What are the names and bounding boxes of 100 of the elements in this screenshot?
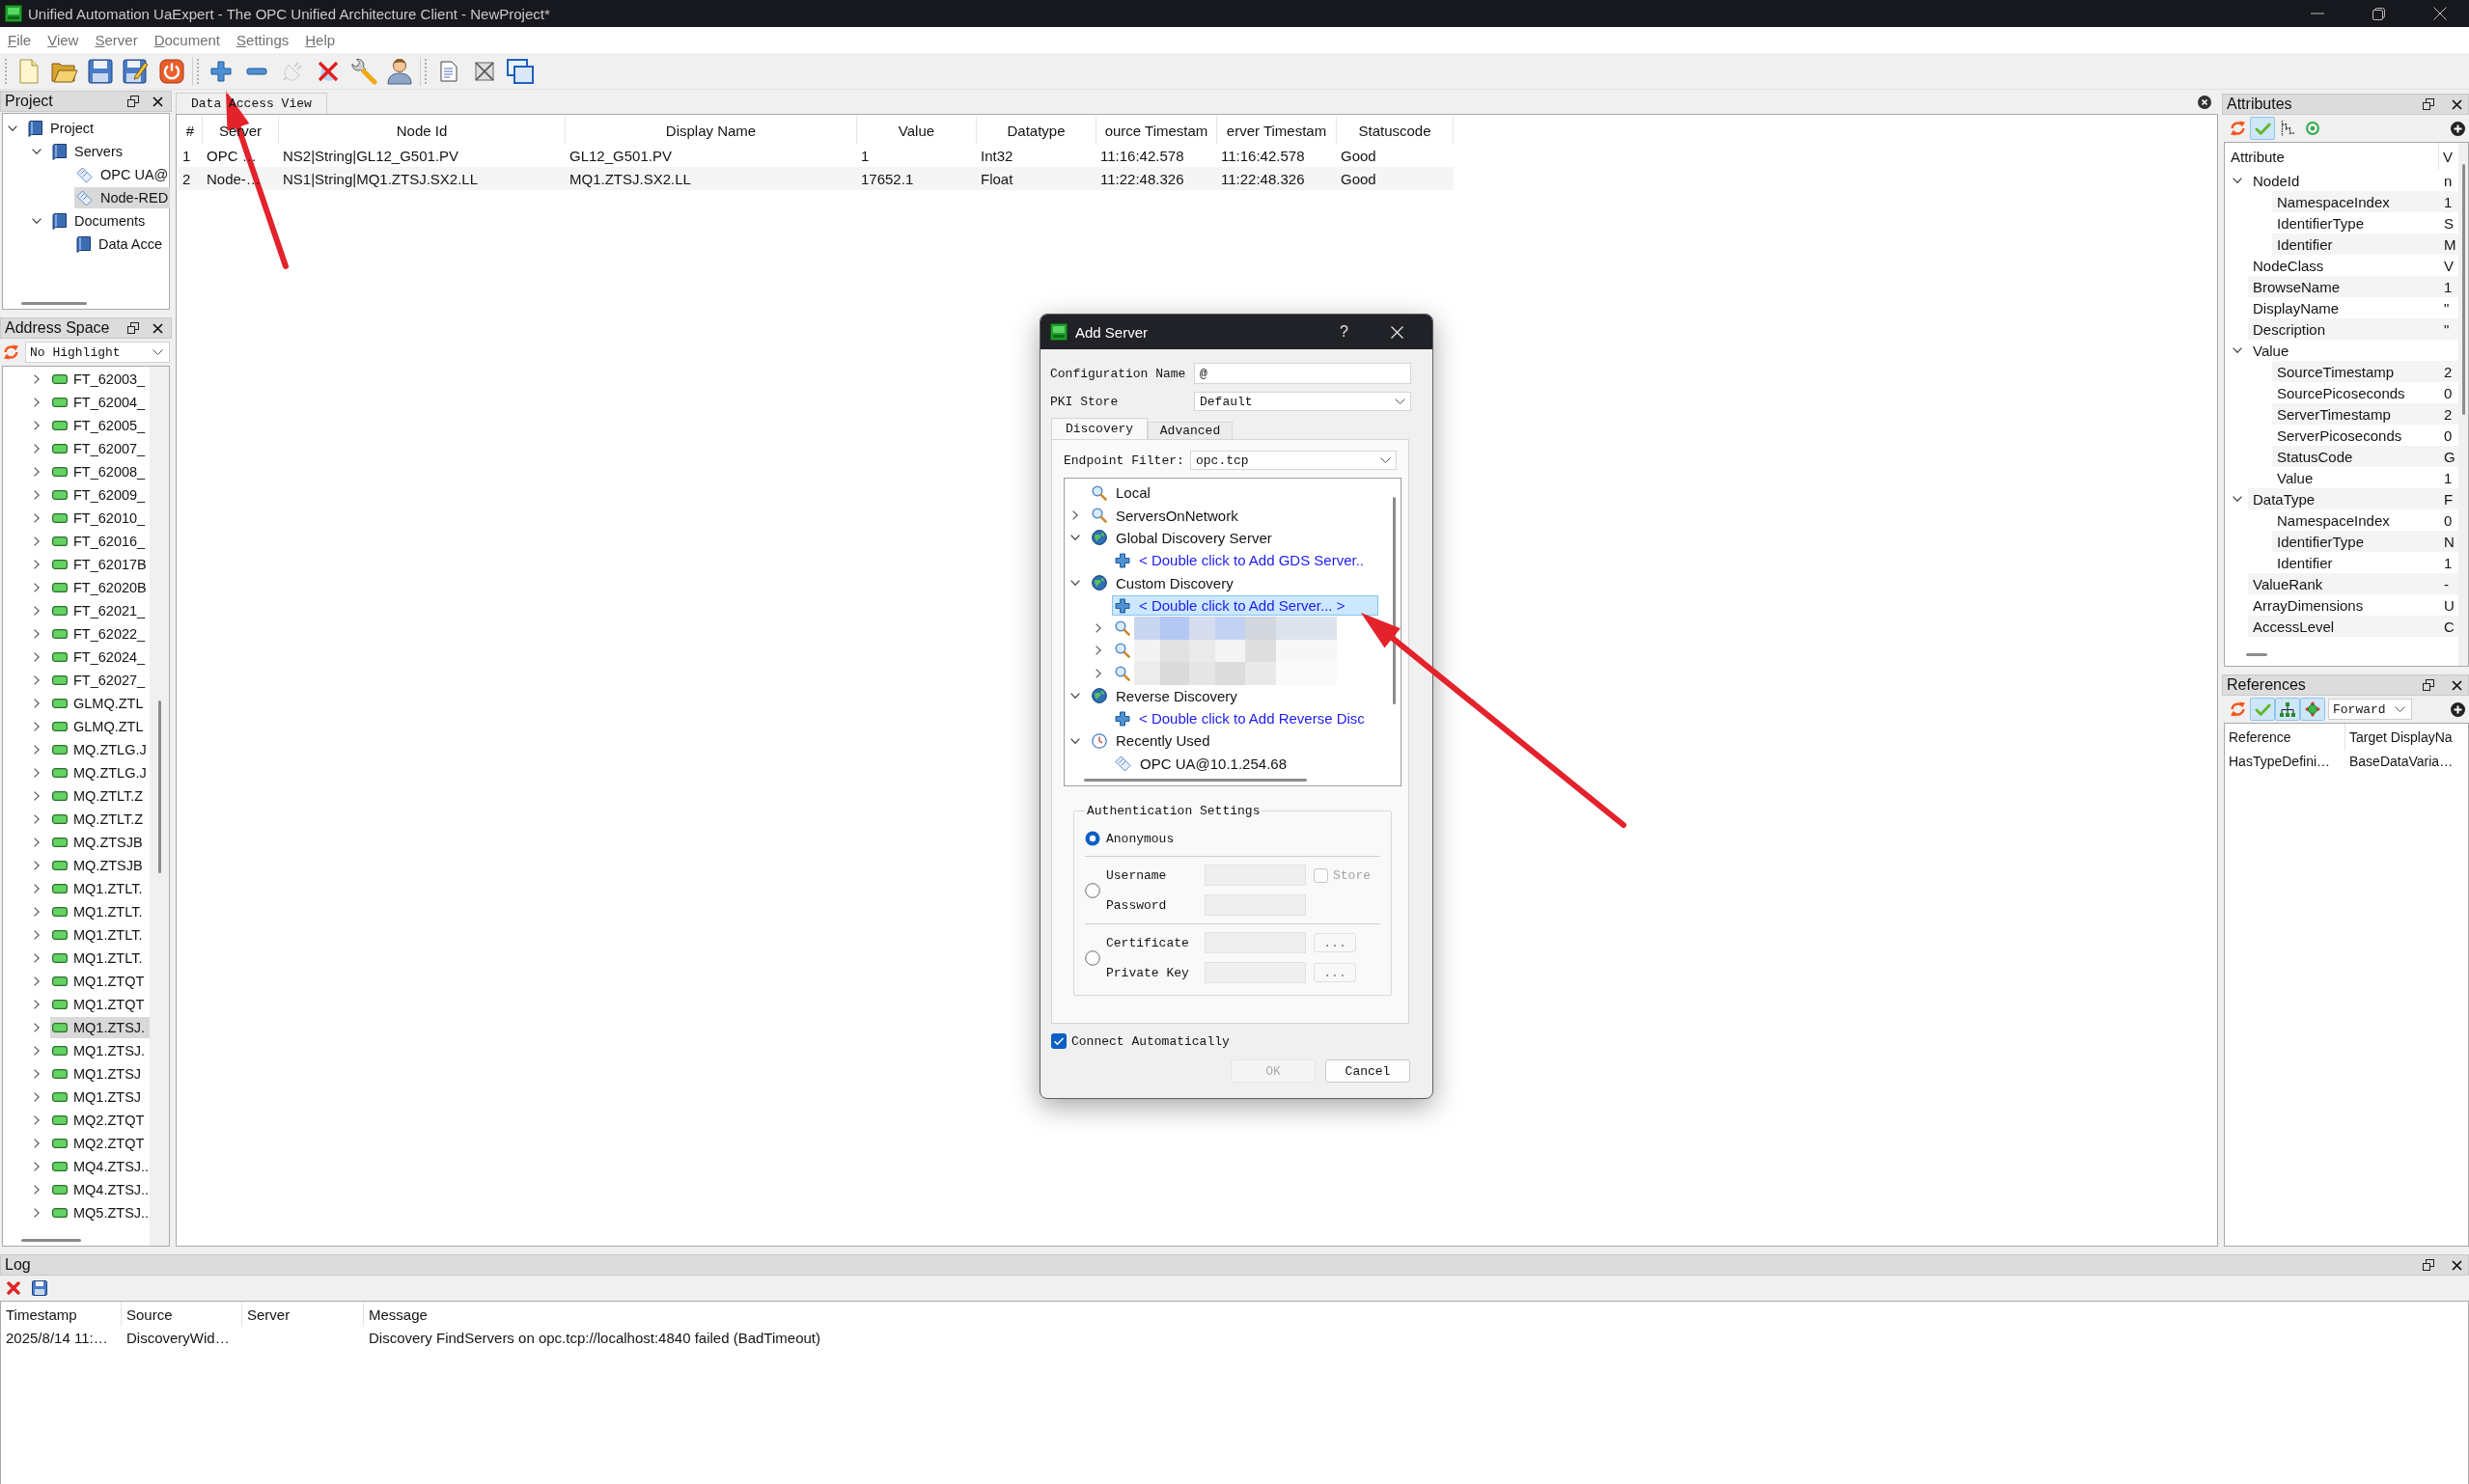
tab[interactable]: Advanced <box>1148 422 1233 439</box>
scrollbar-thumb[interactable] <box>1392 497 1396 704</box>
tree-item[interactable]: Node-RED <box>74 187 171 208</box>
tree-item[interactable]: MQ1.ZTSJ. <box>50 1040 148 1061</box>
minus-icon[interactable] <box>245 67 267 75</box>
menu-item[interactable]: File <box>8 32 32 48</box>
chevron-right-icon[interactable] <box>34 490 40 500</box>
float-icon[interactable] <box>2423 679 2434 691</box>
wrench-icon[interactable] <box>349 57 377 85</box>
tree-item[interactable]: FT_62007_ <box>50 438 148 459</box>
chevron-right-icon[interactable] <box>34 1046 40 1056</box>
chevron-right-icon[interactable] <box>34 814 40 824</box>
tree-item[interactable]: FT_62017B <box>50 554 149 575</box>
tree-item[interactable]: MQ1.ZTQT <box>50 971 147 992</box>
menu-item[interactable]: Server <box>95 32 138 48</box>
tree-item[interactable]: < Double click to Add GDS Server.. <box>1112 550 1368 571</box>
tree-item[interactable]: FT_62024_ <box>50 646 148 668</box>
attribute-name[interactable]: DisplayName <box>2248 299 2340 316</box>
restore-icon[interactable] <box>2372 7 2385 20</box>
chevron-right-icon[interactable] <box>34 629 40 639</box>
tree-item[interactable]: Recently Used <box>1089 730 1213 752</box>
float-icon[interactable] <box>127 322 139 334</box>
column-header[interactable]: Timestamp <box>1 1302 122 1327</box>
tree-item[interactable]: MQ.ZTLT.Z <box>50 785 146 807</box>
tree-item[interactable]: FT_62021_ <box>50 600 148 621</box>
float-icon[interactable] <box>127 96 139 107</box>
scrollbar-thumb[interactable] <box>21 1238 81 1242</box>
chevron-right-icon[interactable] <box>34 861 40 870</box>
close-icon[interactable] <box>2452 1259 2462 1271</box>
chevron-down-icon[interactable] <box>1070 580 1080 587</box>
chevron-right-icon[interactable] <box>34 1185 40 1195</box>
chevron-right-icon[interactable] <box>34 1115 40 1125</box>
tree-item[interactable]: Data Acce <box>74 234 165 255</box>
attribute-name[interactable]: Value <box>2272 469 2314 486</box>
radio-button[interactable] <box>1085 831 1100 846</box>
help-button[interactable]: ? <box>1340 323 1348 341</box>
tree-item[interactable]: OPC UA@10.1.254.68 <box>1112 753 1290 774</box>
chevron-right-icon[interactable] <box>34 606 40 616</box>
column-header[interactable]: Source <box>122 1302 242 1327</box>
tree-item[interactable]: Custom Discovery <box>1089 572 1236 593</box>
chevron-right-icon[interactable] <box>34 536 40 546</box>
tree-item[interactable]: Project <box>26 118 97 139</box>
pki-store-dropdown[interactable]: Default <box>1194 392 1411 411</box>
tree-item[interactable]: < Double click to Add Server... > <box>1112 595 1378 617</box>
chevron-down-icon[interactable] <box>1070 738 1080 744</box>
checkbox[interactable] <box>1051 1033 1067 1049</box>
cross-icon[interactable] <box>316 59 340 83</box>
tree-item[interactable]: FT_62010_ <box>50 508 148 529</box>
column-header[interactable]: Server <box>242 1302 364 1327</box>
crossed-box-icon[interactable] <box>473 60 495 82</box>
chevron-right-icon[interactable] <box>34 699 40 708</box>
chevron-right-icon[interactable] <box>34 768 40 778</box>
chevron-right-icon[interactable] <box>34 444 40 453</box>
document-icon[interactable] <box>439 60 458 82</box>
tree-item[interactable]: FT_62005_ <box>50 415 148 436</box>
column-header[interactable]: Statuscode <box>1337 117 1454 144</box>
attribute-name[interactable]: ServerTimestamp <box>2272 405 2391 423</box>
tree-item[interactable]: MQ.ZTSJB <box>50 832 145 853</box>
close-icon[interactable] <box>2433 7 2447 20</box>
chevron-right-icon[interactable] <box>34 1208 40 1218</box>
tree-item[interactable]: MQ5.ZTSJ.. <box>50 1202 152 1223</box>
tree-item[interactable]: MQ1.ZTQT <box>50 994 147 1015</box>
tree-item[interactable]: FT_62016_ <box>50 531 148 552</box>
tree-item[interactable]: OPC UA@ <box>74 164 171 185</box>
chevron-right-icon[interactable] <box>34 722 40 731</box>
chevron-right-icon[interactable] <box>34 907 40 917</box>
tree-item[interactable]: FT_62009_ <box>50 484 148 506</box>
chevron-down-icon[interactable] <box>32 149 42 154</box>
chevron-right-icon[interactable] <box>34 1069 40 1079</box>
tree-item[interactable]: FT_62022_ <box>50 623 148 645</box>
tree-item[interactable]: FT_62003_ <box>50 369 148 390</box>
attribute-name[interactable]: ServerPicoseconds <box>2272 426 2402 444</box>
tree-item[interactable]: MQ.ZTSJB <box>50 855 145 876</box>
tree-item[interactable]: MQ1.ZTLT. <box>50 948 145 969</box>
text-field[interactable]: @ <box>1194 363 1411 384</box>
attribute-name[interactable]: SourcePicoseconds <box>2272 384 2405 401</box>
scrollbar-thumb[interactable] <box>21 301 87 305</box>
attribute-name[interactable]: IdentifierType <box>2272 533 2365 550</box>
attribute-name[interactable]: Identifier <box>2272 554 2333 571</box>
chevron-right-icon[interactable] <box>34 1162 40 1171</box>
attribute-name[interactable]: IdentifierType <box>2272 214 2365 232</box>
attribute-name[interactable]: NamespaceIndex <box>2272 511 2390 529</box>
chevron-right-icon[interactable] <box>34 930 40 940</box>
close-icon[interactable] <box>2452 98 2462 110</box>
attribute-name[interactable]: NodeId <box>2248 172 2300 189</box>
menu-item[interactable]: Settings <box>236 32 290 48</box>
attribute-name[interactable]: NodeClass <box>2248 257 2324 274</box>
power-icon[interactable] <box>158 58 184 84</box>
tree-item[interactable]: MQ1.ZTSJ. <box>50 1017 150 1038</box>
column-header[interactable]: Target DisplayNa <box>2345 724 2453 751</box>
tree-item[interactable]: ServersOnNetwork <box>1089 505 1241 526</box>
column-header[interactable]: ource Timestam <box>1096 117 1217 144</box>
tree-item[interactable]: MQ1.ZTLT. <box>50 878 145 899</box>
attribute-name[interactable]: ArrayDimensions <box>2248 596 2364 614</box>
delete-icon[interactable] <box>7 1280 20 1295</box>
toolbar-button[interactable] <box>2300 698 2325 721</box>
tree-item[interactable]: FT_62008_ <box>50 461 148 482</box>
refresh-icon[interactable] <box>3 344 19 360</box>
chevron-right-icon[interactable] <box>1072 510 1078 521</box>
close-icon[interactable] <box>2198 96 2211 109</box>
